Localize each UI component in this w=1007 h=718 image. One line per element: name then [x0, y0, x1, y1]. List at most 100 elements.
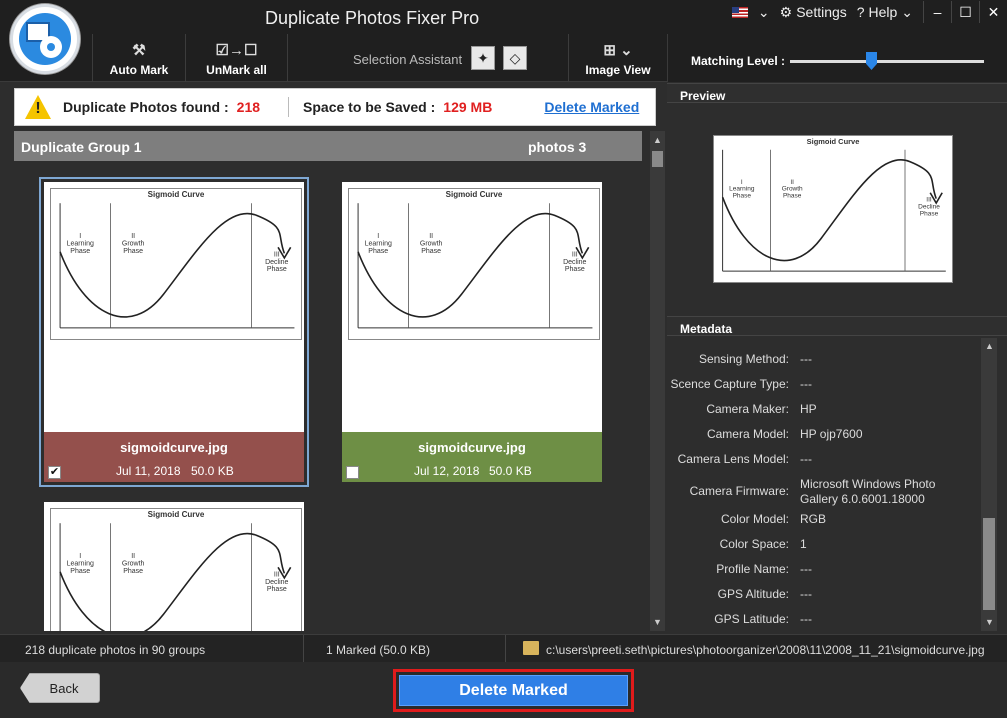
image-view-button[interactable]: ⊞ ⌄ Image View [568, 34, 667, 82]
phase-label: Phase [565, 266, 585, 273]
scroll-up-icon[interactable]: ▲ [653, 135, 662, 145]
phase-label: Decline [563, 259, 586, 266]
divider [505, 635, 506, 663]
close-button[interactable]: ✕ [979, 1, 1007, 23]
phase-label: III [572, 251, 578, 258]
scroll-up-icon[interactable]: ▲ [985, 341, 994, 351]
phase-label: I [79, 553, 81, 560]
app-title: Duplicate Photos Fixer Pro [265, 8, 480, 28]
matching-level-track[interactable] [790, 60, 984, 63]
metadata-key: GPS Altitude: [717, 587, 789, 601]
sigmoid-curve-image: Sigmoid CurveILearningPhaseIIGrowthPhase… [50, 188, 302, 340]
sigmoid-curve-image: Sigmoid CurveILearningPhaseIIGrowthPhase… [348, 188, 600, 340]
phase-label: Phase [920, 210, 939, 217]
photo-thumbnail[interactable]: Sigmoid Curve I Learning Phase II Growth Phase… [44, 182, 304, 432]
folder-icon [523, 641, 539, 655]
selection-assistant-label: Selection Assistant [353, 52, 463, 67]
group-count: photos 3 [528, 139, 587, 155]
delete-marked-link[interactable]: Delete Marked [544, 99, 639, 115]
photo-info: sigmoidcurve.jpg ✔ Jul 11, 2018 50.0 KB [44, 432, 304, 482]
scroll-thumb[interactable] [983, 518, 995, 610]
preview-header: Preview [667, 83, 1007, 103]
matching-level-label: Matching Level : [691, 54, 786, 68]
metadata-value: --- [800, 377, 812, 391]
photo-thumbnail[interactable]: Sigmoid Curve I Learning Phase II Growth Phase… [342, 182, 602, 432]
metadata-header: Metadata [667, 316, 1007, 336]
metadata-value: 1 [800, 537, 807, 551]
thumbnail-title: Sigmoid Curve [807, 137, 860, 146]
phase-label: Growth [420, 241, 443, 248]
phase-label: Decline [265, 259, 288, 266]
results-scrollbar[interactable]: ▲ ▼ [650, 131, 665, 631]
toolbar: ⚒ Auto Mark ☑→☐ UnMark all Selection Ass… [0, 34, 667, 82]
selection-eraser-button[interactable]: ◇ [503, 46, 527, 70]
photo-thumbnail[interactable]: Sigmoid Curve I Learning Phase II Growth Phase… [44, 502, 304, 631]
help-menu[interactable]: ? Help ⌄ [857, 4, 913, 21]
status-bar: 218 duplicate photos in 90 groups 1 Mark… [0, 634, 1007, 663]
app-window: Duplicate Photos Fixer Pro ⌄ ⚙ Settings … [0, 0, 1007, 718]
unmark-all-button[interactable]: ☑→☐ UnMark all [185, 34, 288, 82]
us-flag-icon [731, 6, 748, 18]
photo-card[interactable]: Sigmoid Curve I Learning Phase II Growth Phase… [44, 502, 304, 631]
phase-label: II [429, 233, 433, 240]
photo-checkbox[interactable] [346, 466, 359, 479]
checkbox-arrow-icon: ☑→☐ [215, 42, 258, 59]
phase-label: Phase [123, 248, 143, 255]
scroll-down-icon[interactable]: ▼ [985, 617, 994, 627]
matching-level-slider-thumb[interactable] [866, 52, 877, 70]
matching-level: Matching Level : [667, 34, 1007, 82]
grid-view-icon: ⊞ ⌄ [603, 42, 633, 59]
phase-label: Phase [421, 248, 441, 255]
preview-image: Sigmoid Curve I Learning Phase II Growth Phase… [713, 135, 953, 283]
status-group-count: 218 duplicate photos in 90 groups [25, 643, 206, 657]
sigmoid-curve-image: Sigmoid CurveILearningPhaseIIGrowthPhase… [713, 135, 953, 283]
metadata-key: Scence Capture Type: [670, 377, 789, 391]
phase-label: I [79, 233, 81, 240]
phase-label: Phase [368, 248, 388, 255]
auto-mark-button[interactable]: ⚒ Auto Mark [92, 34, 185, 82]
scroll-thumb[interactable] [652, 151, 663, 167]
phase-label: III [274, 571, 280, 578]
metadata-value: --- [800, 562, 812, 576]
photo-checkbox[interactable]: ✔ [48, 466, 61, 479]
eraser-icon: ◇ [509, 49, 521, 66]
phase-label: Learning [365, 241, 392, 248]
back-button[interactable]: Back [20, 673, 100, 703]
metadata-value: --- [800, 587, 812, 601]
phase-label: Phase [70, 568, 90, 575]
metadata-key: GPS Latitude: [714, 612, 789, 626]
metadata-value: HP [800, 402, 817, 416]
settings-menu[interactable]: ⚙ Settings [780, 4, 847, 21]
selection-wand-button[interactable]: ✦ [471, 46, 495, 70]
metadata-key: Camera Lens Model: [677, 452, 789, 466]
phase-label: Decline [265, 579, 288, 586]
phase-label: Phase [267, 586, 287, 593]
photo-card[interactable]: Sigmoid Curve I Learning Phase II Growth Phase… [39, 177, 309, 487]
metadata-scrollbar[interactable]: ▲ ▼ [981, 338, 997, 631]
photo-info: sigmoidcurve.jpg Jul 12, 2018 50.0 KB [342, 432, 602, 482]
delete-marked-highlight: Delete Marked [393, 669, 634, 712]
phase-label: Learning [67, 241, 94, 248]
photo-date: Jul 12, 2018 [414, 464, 480, 478]
thumbnail-title: Sigmoid Curve [148, 510, 205, 519]
group-header[interactable]: Duplicate Group 1 photos 3 [14, 131, 642, 161]
phase-label: I [377, 233, 379, 240]
warning-icon: ! [25, 95, 51, 119]
phase-label: Learning [67, 561, 94, 568]
metadata-key: Camera Firmware: [689, 484, 789, 498]
chevron-down-icon: ⌄ [757, 3, 770, 20]
bottom-bar: Back Delete Marked [0, 662, 1007, 718]
phase-label: Phase [267, 266, 287, 273]
delete-marked-button[interactable]: Delete Marked [399, 675, 628, 706]
photo-size: 50.0 KB [489, 464, 532, 478]
divider [303, 635, 304, 663]
status-file-path: c:\users\preeti.seth\pictures\photoorgan… [546, 643, 985, 657]
scroll-down-icon[interactable]: ▼ [653, 617, 662, 627]
photo-card[interactable]: Sigmoid Curve I Learning Phase II Growth Phase… [342, 182, 602, 482]
minimize-button[interactable]: – [923, 1, 951, 23]
unmark-all-label: UnMark all [206, 63, 267, 77]
language-selector[interactable]: ⌄ [731, 3, 770, 21]
metadata-key: Camera Maker: [706, 402, 789, 416]
maximize-button[interactable]: ☐ [951, 1, 979, 23]
space-saved-label: Space to be Saved : [303, 99, 436, 115]
